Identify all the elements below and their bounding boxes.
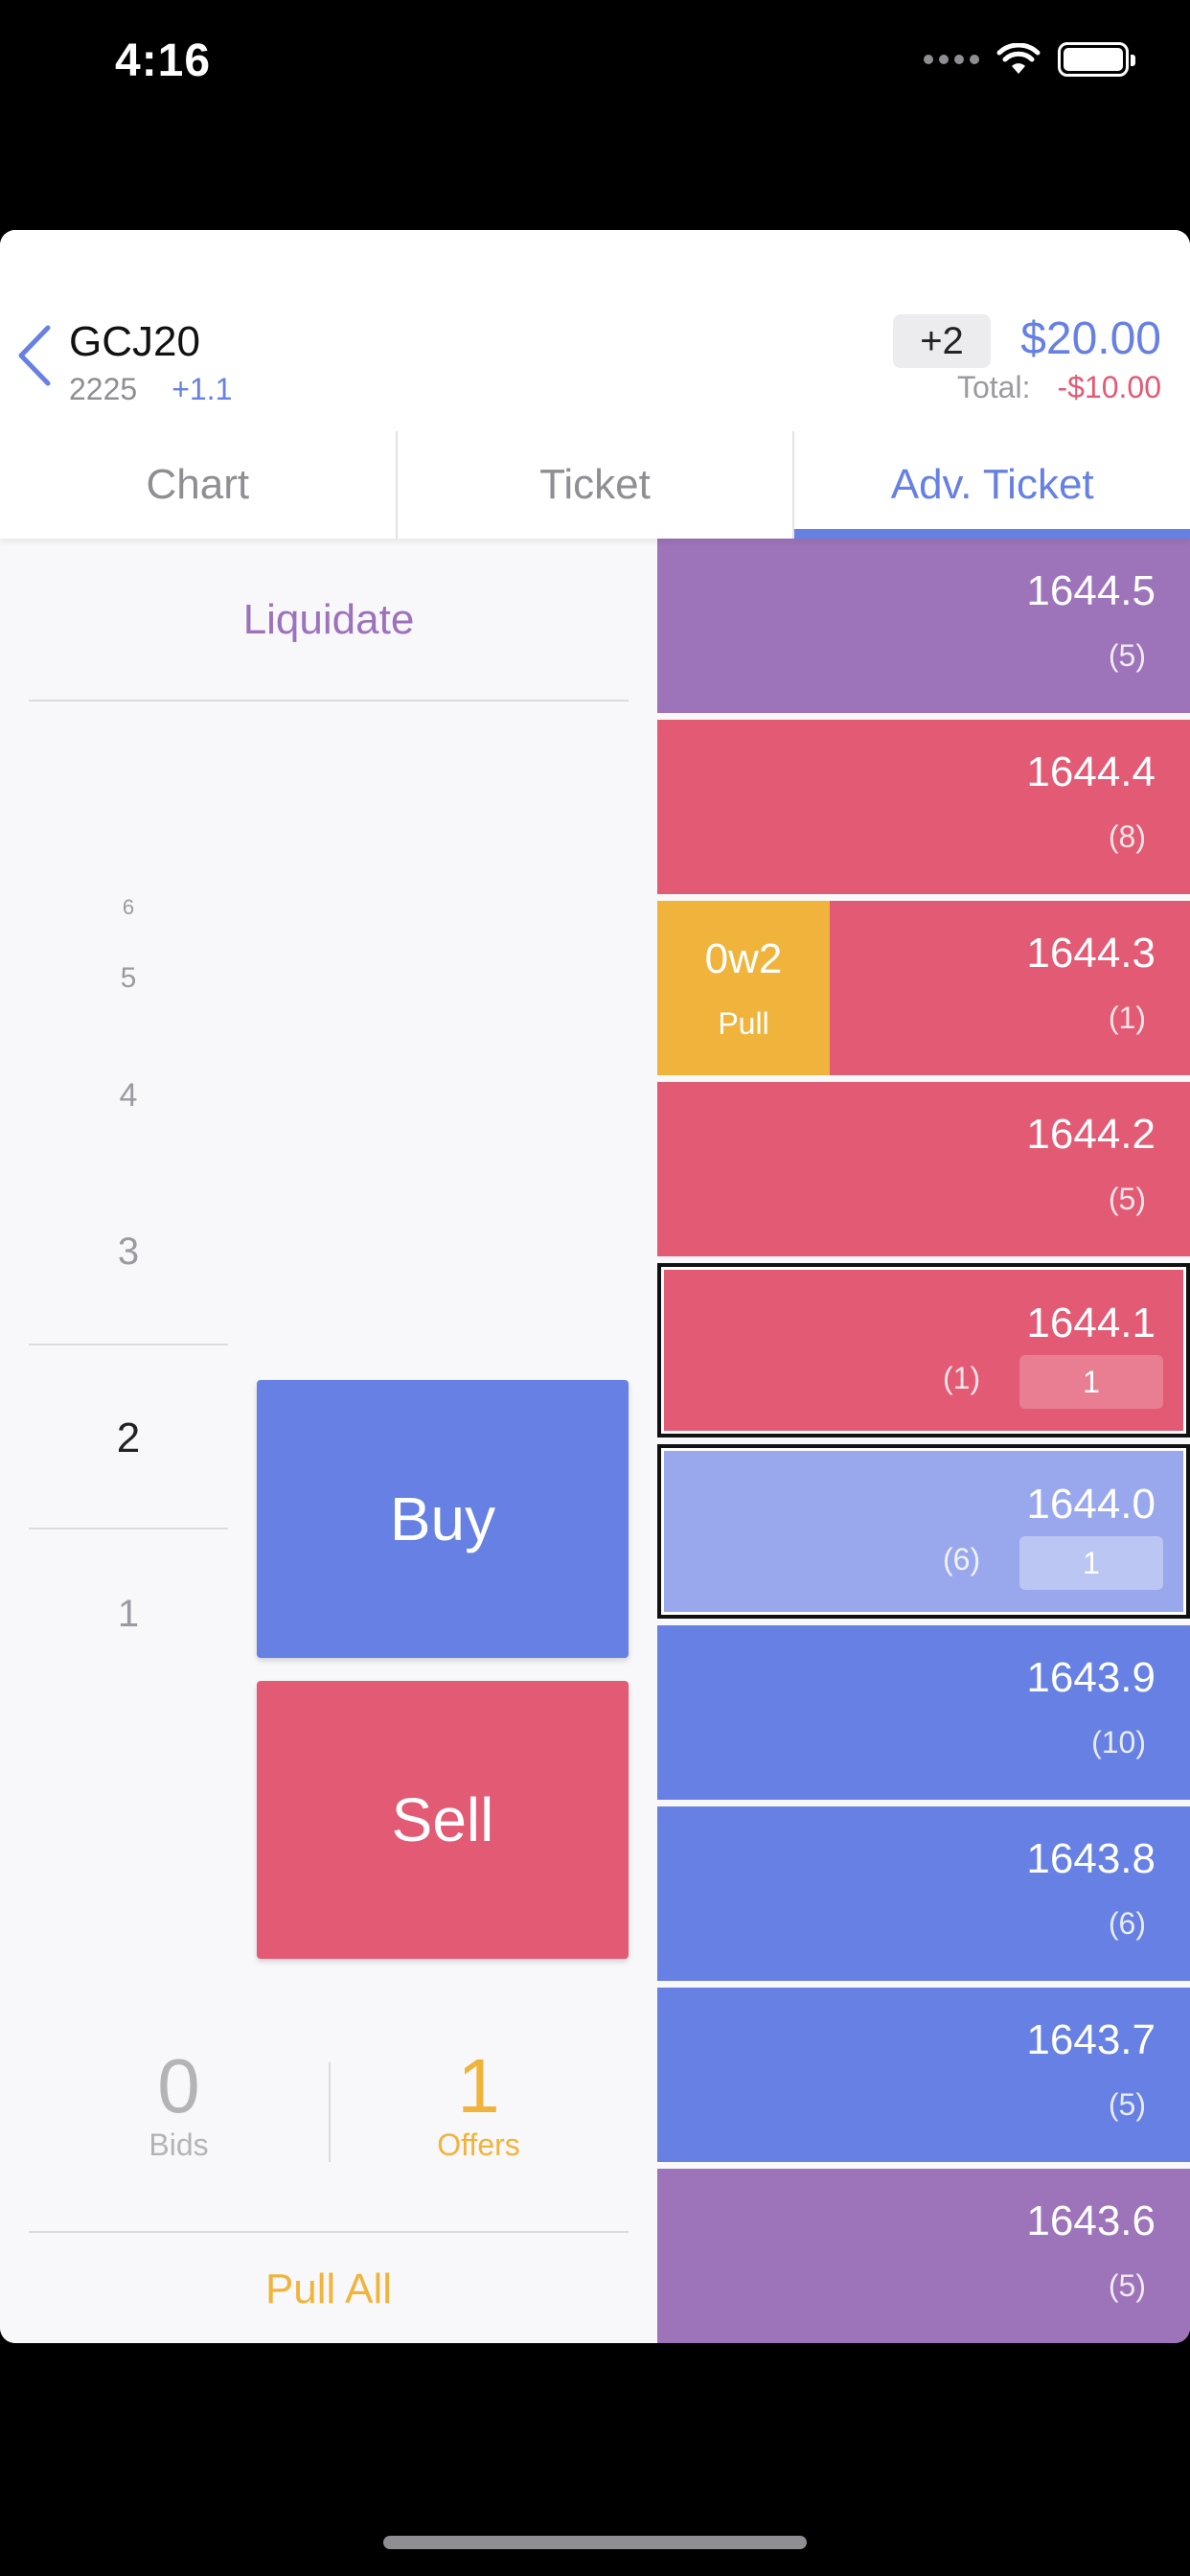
ladder-row[interactable]: 1644.2 (5)	[657, 1082, 1190, 1256]
total-pnl-row: Total: -$10.00	[957, 370, 1161, 405]
liquidate-button[interactable]: Liquidate	[29, 539, 629, 702]
ladder-price: 1644.5	[1026, 567, 1156, 614]
ladder-row-best-bid[interactable]: 1644.0 (6) 1	[657, 1444, 1190, 1619]
ladder-price: 1644.1	[1026, 1300, 1156, 1346]
home-indicator[interactable]	[383, 2536, 807, 2549]
position-badge: +2	[893, 314, 991, 368]
ladder-row[interactable]: 1643.6 (5)	[657, 2169, 1190, 2343]
chevron-left-icon	[18, 325, 51, 386]
order-quantity-box[interactable]: 1	[1019, 1536, 1163, 1590]
tab-chart[interactable]: Chart	[0, 431, 396, 539]
price-ladder: 1644.5 (5) 1644.4 (8) 0w2 Pull 1644.3 (1…	[657, 539, 1190, 2343]
ladder-price: 1643.9	[1026, 1654, 1156, 1701]
ladder-row[interactable]: 1643.8 (6)	[657, 1806, 1190, 1981]
open-pnl: $20.00	[1020, 313, 1161, 364]
quantity-option[interactable]: 3	[29, 1230, 228, 1274]
instrument-quote: 2225 +1.1	[69, 372, 232, 407]
ladder-price: 1643.8	[1026, 1835, 1156, 1882]
tab-adv-ticket[interactable]: Adv. Ticket	[792, 431, 1190, 539]
ladder-row-best-offer[interactable]: 1644.1 (1) 1	[657, 1263, 1190, 1438]
order-counts: 0 Bids 1 Offers	[29, 2043, 629, 2233]
sell-button[interactable]: Sell	[257, 1681, 629, 1959]
tab-bar: Chart Ticket Adv. Ticket	[0, 431, 1190, 539]
pull-all-button[interactable]: Pull All	[29, 2235, 629, 2343]
ladder-size: (5)	[1108, 2268, 1146, 2303]
ladder-row[interactable]: 1644.5 (5)	[657, 539, 1190, 713]
bids-count-label: Bids	[149, 2128, 209, 2162]
ladder-price: 1643.6	[1026, 2197, 1156, 2244]
quantity-option-selected[interactable]: 2	[29, 1344, 228, 1530]
price-change: +1.1	[172, 372, 233, 406]
offers-count-value: 1	[457, 2043, 500, 2128]
wifi-icon	[996, 43, 1041, 74]
ladder-size: (5)	[1108, 1182, 1146, 1216]
total-pnl: -$10.00	[1057, 370, 1161, 404]
ladder-size: (6)	[943, 1542, 981, 1576]
battery-icon	[1058, 42, 1135, 77]
pull-label: Pull	[718, 1006, 769, 1041]
trading-card: GCJ20 2225 +1.1 +2 $20.00 Total: -$10.00…	[0, 230, 1190, 2343]
ladder-size: (8)	[1108, 819, 1146, 854]
quantity-option[interactable]: 1	[29, 1593, 228, 1636]
order-entry-panel: Liquidate 6 5 4 3 2 1 Buy Sell 0 Bids 1 …	[0, 539, 657, 2343]
offers-count: 1 Offers	[329, 2043, 629, 2231]
last-price: 2225	[69, 372, 138, 406]
status-time: 4:16	[115, 35, 212, 86]
pending-order-label: 0w2	[704, 935, 783, 982]
quantity-option[interactable]: 6	[29, 895, 228, 920]
ladder-price: 1644.2	[1026, 1111, 1156, 1158]
order-quantity-box[interactable]: 1	[1019, 1355, 1163, 1409]
cellular-signal-icon	[924, 55, 979, 64]
quantity-option[interactable]: 4	[29, 1077, 228, 1115]
instrument-symbol: GCJ20	[69, 318, 200, 365]
ladder-price: 1644.0	[1026, 1481, 1156, 1528]
status-icons	[924, 42, 1135, 77]
ladder-size: (1)	[1108, 1000, 1146, 1035]
total-label: Total:	[956, 370, 1031, 404]
ladder-size: (1)	[943, 1361, 981, 1395]
ladder-size: (5)	[1108, 2087, 1146, 2122]
ladder-row[interactable]: 1643.9 (10)	[657, 1625, 1190, 1800]
ladder-size: (5)	[1108, 638, 1146, 673]
back-button[interactable]	[13, 322, 61, 389]
tab-ticket[interactable]: Ticket	[395, 431, 793, 539]
ladder-row[interactable]: 0w2 Pull 1644.3 (1)	[657, 901, 1190, 1075]
buy-button[interactable]: Buy	[257, 1380, 629, 1658]
pending-order-pull-button[interactable]: 0w2 Pull	[657, 901, 830, 1075]
ladder-size: (10)	[1091, 1725, 1146, 1760]
ladder-price: 1643.7	[1026, 2016, 1156, 2063]
ladder-price: 1644.3	[1026, 930, 1156, 977]
ladder-row[interactable]: 1644.4 (8)	[657, 720, 1190, 894]
offers-count-label: Offers	[437, 2128, 520, 2162]
quantity-option[interactable]: 5	[29, 962, 228, 995]
instrument-header: GCJ20 2225 +1.1 +2 $20.00 Total: -$10.00	[0, 230, 1190, 431]
ladder-size: (6)	[1108, 1906, 1146, 1941]
ladder-price: 1644.4	[1026, 748, 1156, 795]
bids-count-value: 0	[157, 2043, 200, 2128]
status-bar: 4:16	[0, 0, 1190, 134]
ladder-row[interactable]: 1643.7 (5)	[657, 1988, 1190, 2162]
bids-count: 0 Bids	[29, 2043, 329, 2231]
